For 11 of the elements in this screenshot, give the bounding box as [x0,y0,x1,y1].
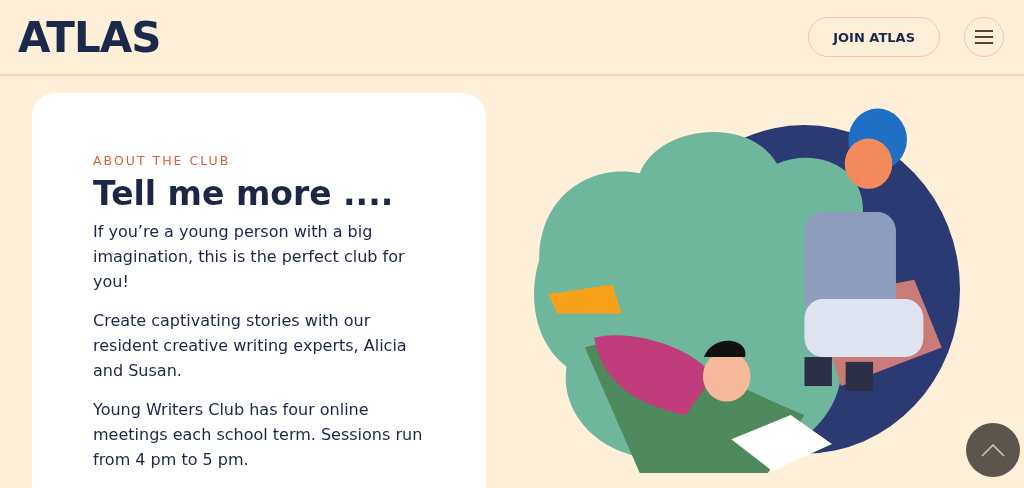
atlas-logo[interactable]: ATLAS [18,12,161,62]
paragraph: Young Writers Club has four online meetings each school term. Sessions run from 4 pm to 5 pm. [93,399,424,471]
paragraph: Create captivating stories with our resident creative writing experts, Alicia and Susan. [93,310,408,382]
section-heading: Tell me more .... [93,174,395,213]
join-button[interactable]: JOIN ATLAS [808,17,940,57]
paragraph: If you’re a young person with a big imagination, this is the perfect club for you! [93,221,406,293]
menu-button[interactable] [964,17,1004,57]
chevron-up-icon [981,443,1005,457]
section-eyebrow: ABOUT THE CLUB [93,153,232,168]
menu-icon [974,29,994,45]
scroll-top-button[interactable] [966,423,1020,477]
